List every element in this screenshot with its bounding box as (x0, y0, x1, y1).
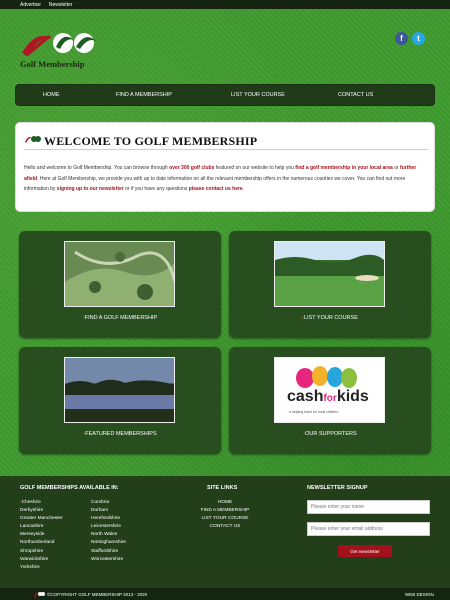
mini-logo-icon (25, 136, 41, 143)
bottom-bar: ©COPYRIGHT GOLF MEMBERSHIP 2013 - 2020 W… (0, 588, 450, 600)
newsletter-heading: NEWSLETTER SIGNUP (307, 485, 368, 491)
county-link[interactable]: Herefordshire (91, 515, 126, 523)
card-featured-memberships[interactable]: FEATURED MEMBERSHIPS (19, 347, 221, 454)
get-newsletter-button[interactable]: Get newsletter (338, 545, 392, 557)
nav-contact-us[interactable]: CONTACT US (338, 92, 373, 98)
newsletter-email-input[interactable]: Please enter your email address (307, 522, 430, 536)
mini-logo-icon (34, 592, 45, 598)
main-nav: HOME FIND A MEMBERSHIP LIST YOUR COURSE … (15, 84, 435, 106)
county-link[interactable]: Warwickshire (20, 556, 63, 564)
clubs-count-link[interactable]: over 300 golf clubs (169, 165, 214, 171)
nav-list-course[interactable]: LIST YOUR COURSE (231, 92, 285, 98)
web-design-link[interactable]: WEB DESIGN (405, 592, 434, 597)
county-link[interactable]: Greater Manchester (20, 515, 63, 523)
county-link[interactable]: Derbyshire (20, 507, 63, 515)
newsletter-name-input[interactable]: Please enter your name (307, 500, 430, 514)
top-bar: Advertise Newsletter (0, 0, 450, 9)
welcome-panel: WELCOME TO GOLF MEMBERSHIP Hello and wel… (15, 122, 435, 212)
social-links: f t (395, 32, 425, 45)
contact-us-link[interactable]: please contact us here (189, 186, 243, 192)
lake-course-image (64, 357, 175, 423)
site-links-heading: SITE LINKS (207, 485, 238, 491)
site-links-list: HOME FIND A MEMBERSHIP LIST YOUR COURSE … (190, 499, 260, 531)
local-area-link[interactable]: find a golf membership in your local are… (295, 165, 393, 171)
cash-for-kids-logo: cashforkids a helping hand for local chi… (274, 357, 385, 423)
memberships-heading: GOLF MEMBERSHIPS AVAILABLE IN: (20, 485, 119, 491)
county-link[interactable]: Lancashire (20, 523, 63, 531)
card-label: LIST YOUR COURSE (229, 315, 431, 321)
county-link[interactable]: Nottinghamshire (91, 539, 126, 547)
county-link[interactable]: Worcestershire (91, 556, 126, 564)
footer-link-contact[interactable]: CONTACT US (190, 523, 260, 531)
county-link[interactable]: Durham (91, 507, 126, 515)
county-link[interactable]: Shropshire (20, 548, 63, 556)
golf-swoosh-icon (22, 33, 96, 56)
county-link[interactable]: Cheshire (20, 499, 63, 507)
nav-home[interactable]: HOME (43, 92, 60, 98)
copyright-text: ©COPYRIGHT GOLF MEMBERSHIP 2013 - 2020 (47, 591, 148, 597)
footer-link-list-course[interactable]: LIST YOUR COURSE (190, 515, 260, 523)
advertise-link[interactable]: Advertise (20, 2, 41, 8)
county-link[interactable]: Leicestershire (91, 523, 126, 531)
county-link[interactable]: Staffordshire (91, 548, 126, 556)
nav-find-membership[interactable]: FIND A MEMBERSHIP (116, 92, 172, 98)
county-link[interactable]: Yorkshire (20, 564, 63, 572)
welcome-title: WELCOME TO GOLF MEMBERSHIP (44, 134, 258, 148)
card-label: OUR SUPPORTERS (229, 431, 431, 437)
newsletter-signup-link[interactable]: signing up to our newsletter (57, 186, 124, 192)
aerial-course-image (64, 241, 175, 307)
card-find-membership[interactable]: FIND A GOLF MEMBERSHIP (19, 231, 221, 338)
card-our-supporters[interactable]: cashforkids a helping hand for local chi… (229, 347, 431, 454)
county-link[interactable]: Cumbria (91, 499, 126, 507)
counties-list-2: Cumbria Durham Herefordshire Leicestersh… (91, 499, 126, 564)
county-link[interactable]: North Wales (91, 531, 126, 539)
logo-text: Golf Membership (20, 59, 85, 69)
card-label: FIND A GOLF MEMBERSHIP (19, 315, 221, 321)
footer-link-home[interactable]: HOME (190, 499, 260, 507)
facebook-icon[interactable]: f (395, 32, 408, 45)
newsletter-link[interactable]: Newsletter (49, 2, 73, 8)
county-link[interactable]: Merseyside (20, 531, 63, 539)
welcome-text: Hello and welcome to Golf Membership. Yo… (24, 165, 417, 192)
twitter-icon[interactable]: t (412, 32, 425, 45)
card-list-course[interactable]: LIST YOUR COURSE (229, 231, 431, 338)
counties-list-1: Cheshire Derbyshire Greater Manchester L… (20, 499, 63, 572)
golf-course-image (274, 241, 385, 307)
county-link[interactable]: Northumberland (20, 539, 63, 547)
card-label: FEATURED MEMBERSHIPS (19, 431, 221, 437)
site-logo[interactable]: Golf Membership (18, 25, 108, 70)
footer-link-find-membership[interactable]: FIND A MEMBERSHIP (190, 507, 260, 515)
divider (24, 149, 428, 150)
